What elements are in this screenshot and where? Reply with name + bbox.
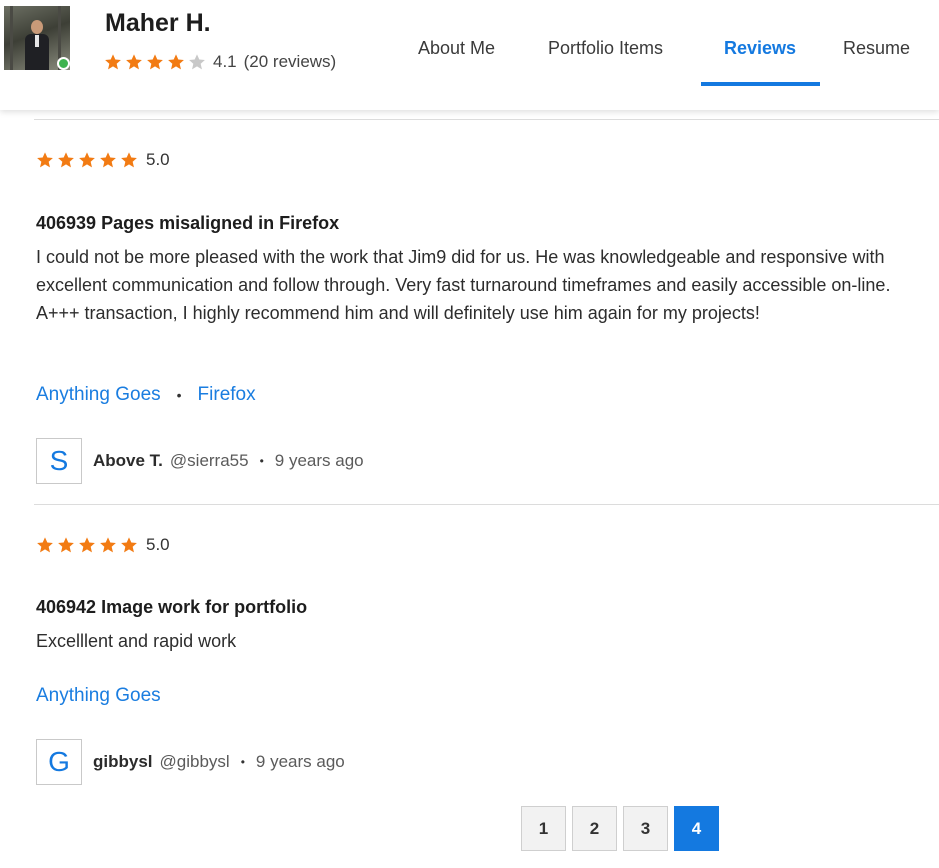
review-rating: 5.0 bbox=[36, 535, 170, 555]
profile-rating: 4.1 (20 reviews) bbox=[104, 52, 336, 72]
page-button-1[interactable]: 1 bbox=[521, 806, 566, 851]
star-icon bbox=[78, 536, 96, 554]
review-divider bbox=[34, 504, 939, 505]
star-icon bbox=[120, 536, 138, 554]
star-icon bbox=[99, 536, 117, 554]
review-rating: 5.0 bbox=[36, 150, 170, 170]
profile-header: Maher H. 4.1 (20 reviews) About Me Portf… bbox=[0, 0, 939, 110]
tab-portfolio-items[interactable]: Portfolio Items bbox=[548, 38, 663, 59]
review-body: I could not be more pleased with the wor… bbox=[36, 247, 891, 323]
review-divider bbox=[34, 119, 939, 120]
star-icon bbox=[57, 151, 75, 169]
review-title: 406939 Pages misaligned in Firefox bbox=[36, 213, 340, 233]
star-icon bbox=[120, 151, 138, 169]
reviewer-handle: @sierra55 bbox=[169, 451, 249, 470]
review-tags: Anything Goes bbox=[36, 685, 161, 707]
review-rating-score: 5.0 bbox=[146, 150, 170, 169]
star-icon bbox=[57, 536, 75, 554]
star-icon bbox=[78, 151, 96, 169]
profile-reviews-count: (20 reviews) bbox=[243, 52, 337, 71]
review-time: 9 years ago bbox=[255, 752, 345, 771]
reviewer-name[interactable]: gibbysl bbox=[93, 752, 153, 772]
reviewer-info: G gibbysl @gibbysl • 9 years ago bbox=[36, 739, 345, 785]
star-icon bbox=[167, 53, 185, 71]
tab-about-me[interactable]: About Me bbox=[418, 38, 495, 59]
tab-reviews[interactable]: Reviews bbox=[724, 38, 796, 59]
reviewer-name[interactable]: Above T. bbox=[93, 451, 163, 471]
online-status-icon bbox=[57, 57, 70, 70]
tag-separator: • bbox=[176, 387, 182, 403]
tag-link[interactable]: Anything Goes bbox=[36, 685, 161, 707]
tab-resume[interactable]: Resume bbox=[843, 38, 910, 59]
tag-link[interactable]: Firefox bbox=[198, 384, 256, 406]
review-time: 9 years ago bbox=[274, 451, 364, 470]
profile-rating-score: 4.1 bbox=[213, 52, 237, 71]
reviewer-handle: @gibbysl bbox=[159, 752, 230, 771]
star-icon bbox=[146, 53, 164, 71]
active-tab-indicator bbox=[701, 82, 820, 86]
page-button-3[interactable]: 3 bbox=[623, 806, 668, 851]
profile-name: Maher H. bbox=[105, 9, 211, 37]
page-button-4[interactable]: 4 bbox=[674, 806, 719, 851]
star-icon bbox=[125, 53, 143, 71]
page-button-2[interactable]: 2 bbox=[572, 806, 617, 851]
tag-link[interactable]: Anything Goes bbox=[36, 384, 161, 406]
reviewer-avatar[interactable]: S bbox=[36, 438, 82, 484]
reviewer-info: S Above T. @sierra55 • 9 years ago bbox=[36, 438, 364, 484]
review-body: Excelllent and rapid work bbox=[36, 631, 237, 651]
meta-separator: • bbox=[240, 755, 245, 769]
star-empty-icon bbox=[188, 53, 206, 71]
pagination: 1 2 3 4 bbox=[521, 806, 725, 851]
review-title: 406942 Image work for portfolio bbox=[36, 597, 308, 617]
star-icon bbox=[99, 151, 117, 169]
meta-separator: • bbox=[259, 454, 264, 468]
star-icon bbox=[36, 536, 54, 554]
star-icon bbox=[36, 151, 54, 169]
review-tags: Anything Goes • Firefox bbox=[36, 384, 256, 406]
star-icon bbox=[104, 53, 122, 71]
review-rating-score: 5.0 bbox=[146, 535, 170, 554]
reviewer-avatar[interactable]: G bbox=[36, 739, 82, 785]
